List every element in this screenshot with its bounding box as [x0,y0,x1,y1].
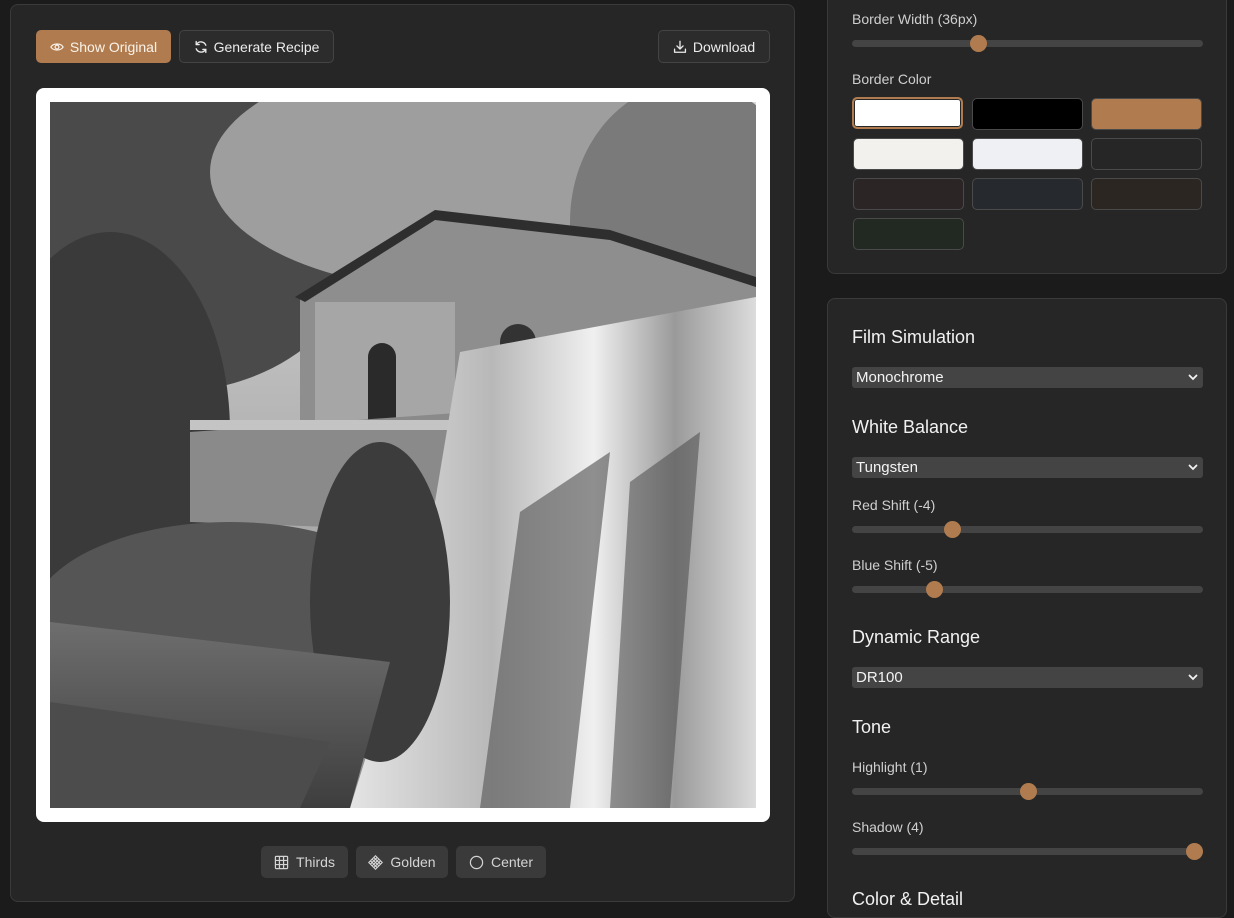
grid-icon [274,855,289,869]
dynamic-range-selected: DR100 [856,669,903,686]
tone-heading: Tone [852,717,892,737]
red-shift-slider[interactable] [852,521,1203,538]
white-balance-heading: White Balance [852,417,969,437]
border-color-swatch-dark-sepia[interactable] [1091,178,1202,210]
border-width-label: Border Width (36px) [852,11,978,27]
shadow-label: Shadow (4) [852,819,924,835]
red-shift-label: Red Shift (-4) [852,497,936,513]
chevron-down-icon [1188,464,1198,471]
golden-button[interactable]: Golden [356,846,448,878]
border-color-swatch-charcoal[interactable] [1091,138,1202,170]
border-color-swatch-black[interactable] [972,98,1083,130]
download-label: Download [692,38,756,55]
center-button[interactable]: Center [456,846,546,878]
center-label: Center [490,854,534,870]
blue-shift-slider-thumb[interactable] [926,581,944,598]
eye-icon [50,42,64,51]
border-width-slider-thumb[interactable] [970,35,988,52]
photo-border-frame [36,88,770,822]
border-width-slider[interactable] [852,35,1203,52]
circle-icon [469,855,484,869]
blue-shift-label: Blue Shift (-5) [852,557,938,573]
download-icon [673,40,686,53]
shadow-slider-thumb[interactable] [1186,843,1204,860]
border-color-swatch-dark-brown[interactable] [853,178,964,210]
highlight-slider-thumb[interactable] [1019,783,1037,800]
highlight-slider[interactable] [852,783,1203,800]
refresh-icon [195,40,207,53]
border-color-swatch-white[interactable] [852,97,963,129]
dynamic-range-select[interactable]: DR100 [852,667,1203,688]
photo-preview [50,102,756,808]
generate-recipe-button[interactable]: Generate Recipe [179,30,334,63]
thirds-label: Thirds [296,854,335,870]
film-simulation-selected: Monochrome [856,369,944,386]
border-color-swatch-dark-slate[interactable] [972,178,1083,210]
waterfall-photo-image [50,102,756,808]
shadow-slider[interactable] [852,843,1204,860]
border-color-swatch-ice[interactable] [972,138,1083,170]
download-button[interactable]: Download [658,30,770,63]
color-detail-heading: Color & Detail [852,889,964,909]
border-color-swatch-cream[interactable] [853,138,964,170]
thirds-button[interactable]: Thirds [261,846,348,878]
golden-ratio-icon [368,854,384,870]
red-shift-slider-thumb[interactable] [944,521,962,538]
preview-panel: Show Original Generate Recipe Download T… [10,4,795,902]
blue-shift-slider[interactable] [852,581,1203,598]
white-balance-selected: Tungsten [856,459,918,476]
border-color-swatch-copper[interactable] [1091,98,1202,130]
golden-label: Golden [390,854,436,870]
dynamic-range-heading: Dynamic Range [852,627,981,647]
show-original-label: Show Original [69,38,158,55]
film-settings-card: Film Simulation Monochrome White Balance… [827,298,1227,918]
border-settings-card: Border Width (36px) Border Color [827,0,1227,274]
film-simulation-heading: Film Simulation [852,327,976,347]
film-simulation-select[interactable]: Monochrome [852,367,1203,388]
generate-recipe-label: Generate Recipe [213,38,320,55]
chevron-down-icon [1188,674,1198,681]
highlight-label: Highlight (1) [852,759,928,775]
chevron-down-icon [1188,374,1198,381]
border-color-swatch-dark-green[interactable] [853,218,964,250]
show-original-button[interactable]: Show Original [36,30,171,63]
border-color-label: Border Color [852,71,932,87]
white-balance-select[interactable]: Tungsten [852,457,1203,478]
